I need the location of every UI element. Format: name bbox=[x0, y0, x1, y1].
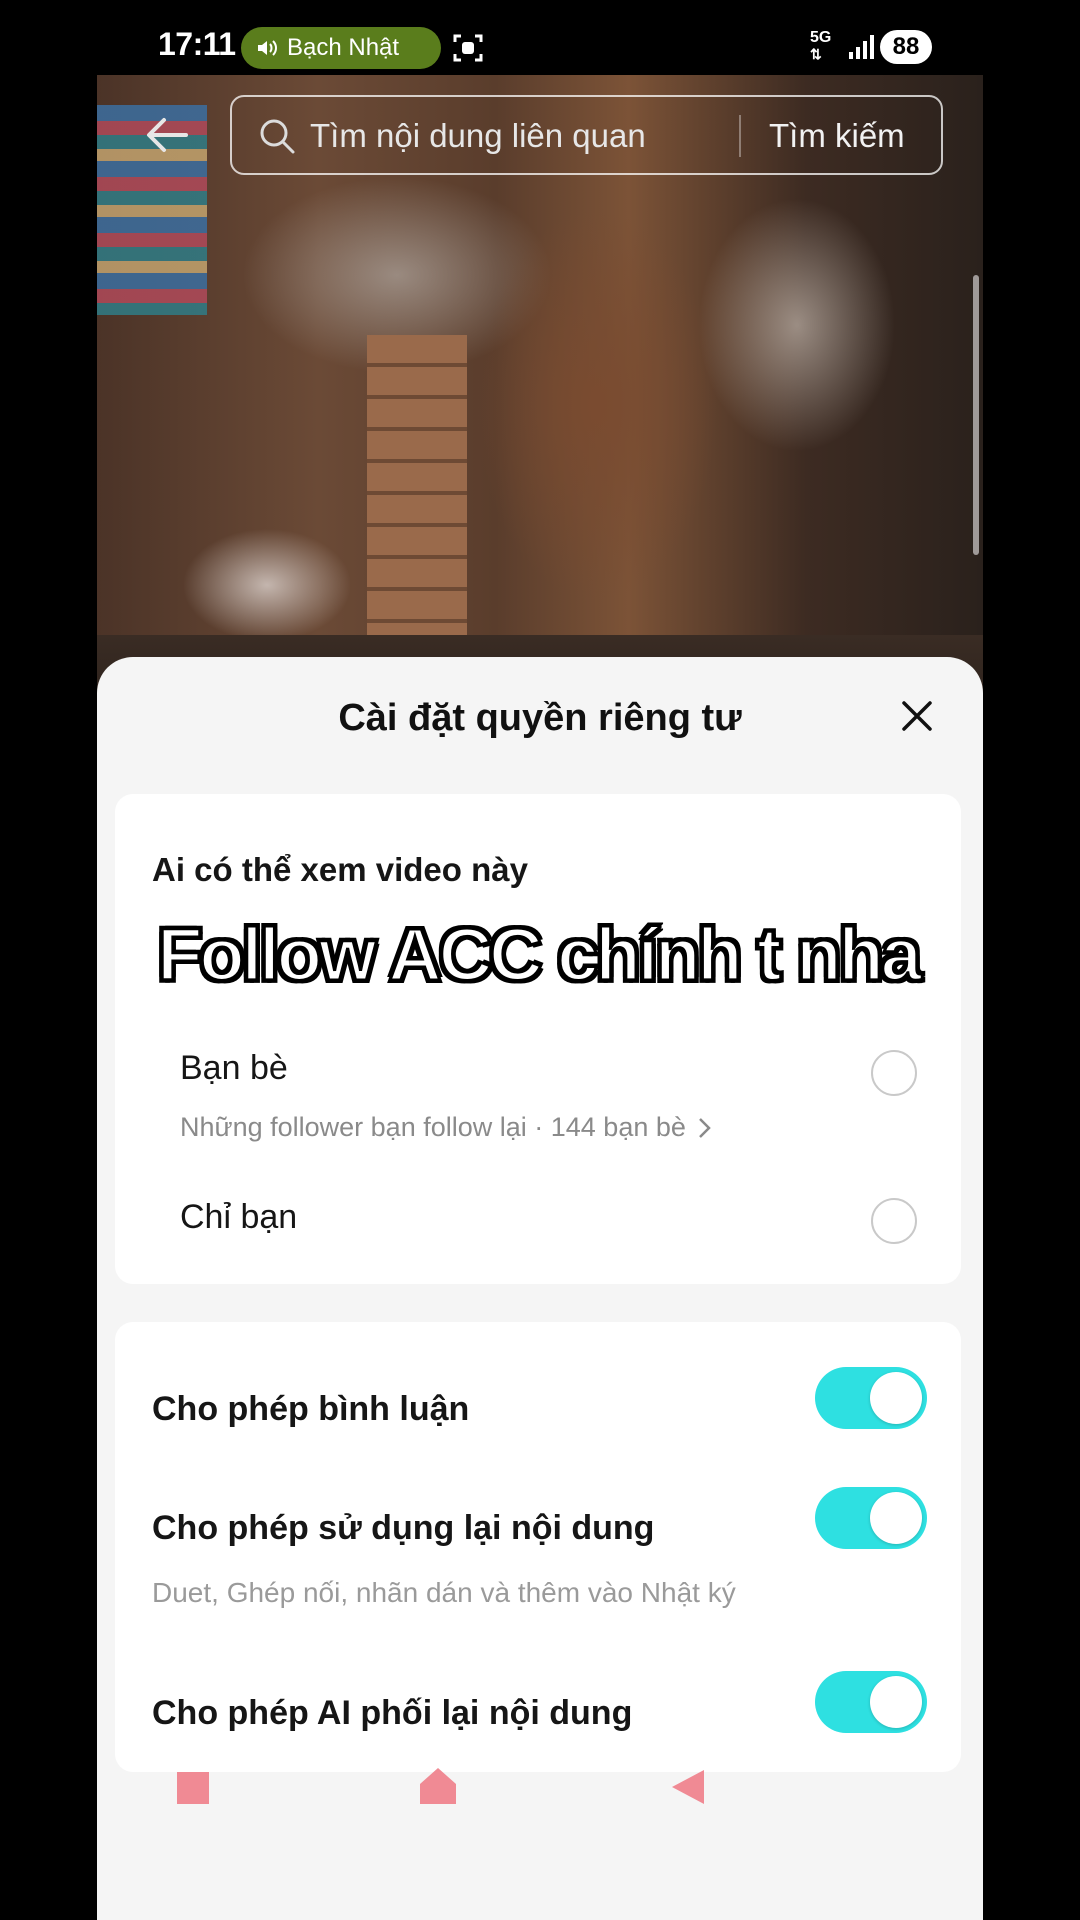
visibility-question: Ai có thể xem video này bbox=[152, 851, 528, 888]
status-time: 17:11 bbox=[158, 26, 236, 62]
chevron-right-icon bbox=[699, 1117, 711, 1138]
option-friends-label[interactable]: Bạn bè bbox=[180, 1049, 288, 1088]
search-input[interactable]: Tìm nội dung liên quan bbox=[310, 117, 646, 155]
visibility-card: Ai có thể xem video này Follow ACC chính… bbox=[115, 794, 961, 1284]
status-bar: 17:11 Bạch Nhật 5G ⇅ 88 bbox=[0, 0, 1080, 75]
battery-indicator: 88 bbox=[880, 30, 932, 64]
permissions-card: Cho phép bình luận Cho phép sử dụng lại … bbox=[115, 1322, 961, 1772]
toggle-knob bbox=[870, 1676, 922, 1728]
audio-pill[interactable]: Bạch Nhật bbox=[241, 27, 441, 69]
option-only-you-label[interactable]: Chỉ bạn bbox=[180, 1198, 297, 1237]
allow-ai-remix-label: Cho phép AI phối lại nội dung bbox=[152, 1694, 633, 1732]
allow-comments-toggle[interactable] bbox=[815, 1367, 927, 1429]
allow-ai-remix-toggle[interactable] bbox=[815, 1671, 927, 1733]
allow-reuse-toggle[interactable] bbox=[815, 1487, 927, 1549]
allow-reuse-subtitle: Duet, Ghép nối, nhãn dán và thêm vào Nhậ… bbox=[152, 1577, 736, 1608]
recent-apps-button[interactable] bbox=[177, 1772, 209, 1804]
speaker-icon bbox=[258, 40, 277, 56]
toggle-knob bbox=[870, 1492, 922, 1544]
network-5g-icon: 5G ⇅ bbox=[810, 29, 832, 63]
option-friends-subtitle-text: Những follower bạn follow lại · 144 bạn … bbox=[180, 1112, 686, 1142]
search-bar[interactable]: Tìm nội dung liên quan Tìm kiếm bbox=[230, 95, 943, 175]
privacy-settings-sheet: Cài đặt quyền riêng tư Ai có thể xem vid… bbox=[97, 657, 983, 1920]
signal-icon bbox=[849, 35, 874, 59]
option-friends-radio[interactable] bbox=[871, 1050, 917, 1096]
close-icon[interactable] bbox=[900, 699, 934, 733]
option-only-you-radio[interactable] bbox=[871, 1198, 917, 1244]
option-friends-subtitle[interactable]: Những follower bạn follow lại · 144 bạn … bbox=[180, 1112, 716, 1143]
search-divider bbox=[739, 115, 741, 157]
back-arrow-icon[interactable] bbox=[142, 110, 192, 160]
search-button[interactable]: Tìm kiếm bbox=[769, 117, 905, 155]
screen-record-icon bbox=[453, 34, 483, 62]
video-caption-overlay: Follow ACC chính t nha bbox=[156, 912, 924, 998]
sheet-title: Cài đặt quyền riêng tư bbox=[338, 697, 742, 739]
audio-pill-label: Bạch Nhật bbox=[287, 34, 400, 61]
allow-comments-label: Cho phép bình luận bbox=[152, 1390, 470, 1428]
back-button[interactable] bbox=[670, 1768, 706, 1806]
app-frame: Tìm nội dung liên quan Tìm kiếm Cài đặt … bbox=[97, 75, 983, 1920]
search-icon bbox=[260, 119, 295, 154]
toggle-knob bbox=[870, 1372, 922, 1424]
video-scroll-indicator bbox=[973, 275, 979, 555]
home-button[interactable] bbox=[418, 1766, 458, 1806]
allow-reuse-label: Cho phép sử dụng lại nội dung bbox=[152, 1509, 655, 1547]
